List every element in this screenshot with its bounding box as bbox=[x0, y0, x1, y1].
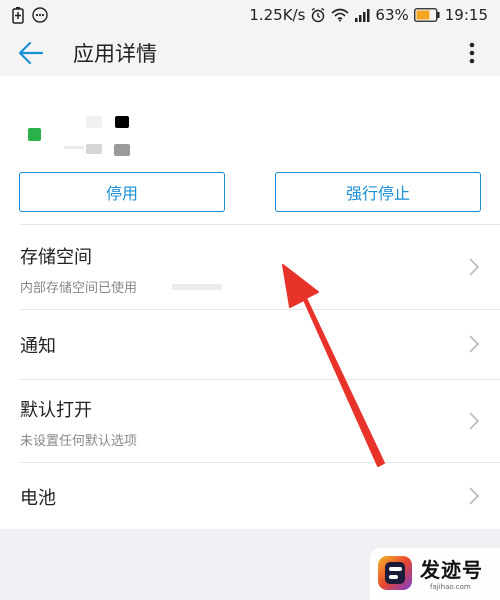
status-bar: 1.25K/s 63% 19:15 bbox=[0, 0, 500, 30]
battery-title: 电池 bbox=[20, 488, 56, 509]
app-details-panel: 停用 强行停止 存储空间 内部存储空间已使用 通知 默认打开 未设置任何默认选项… bbox=[0, 76, 500, 529]
network-speed: 1.25K/s bbox=[249, 6, 306, 24]
open-by-default-title: 默认打开 bbox=[20, 400, 92, 421]
chevron-right-icon bbox=[469, 412, 480, 430]
storage-subtitle: 内部存储空间已使用 bbox=[20, 281, 138, 296]
battery-saver-icon bbox=[12, 6, 24, 24]
storage-title: 存储空间 bbox=[20, 247, 92, 268]
open-by-default-subtitle: 未设置任何默认选项 bbox=[20, 434, 138, 449]
clock-time: 19:15 bbox=[444, 6, 488, 24]
chevron-right-icon bbox=[469, 258, 480, 276]
list-item-open-by-default[interactable]: 默认打开 未设置任何默认选项 bbox=[0, 379, 500, 462]
app-name-obscured bbox=[86, 116, 102, 128]
app-icon bbox=[28, 128, 41, 141]
app-info-header bbox=[0, 76, 500, 168]
brand-logo bbox=[378, 556, 412, 590]
chevron-right-icon bbox=[469, 487, 480, 505]
brand-url: fajihao.com bbox=[430, 583, 471, 591]
app-version-obscured-2 bbox=[86, 144, 102, 154]
brand-name: 发迹号 bbox=[420, 558, 483, 582]
signal-icon bbox=[354, 8, 370, 22]
watermark: 发迹号 fajihao.com bbox=[370, 548, 500, 600]
alarm-icon bbox=[310, 7, 326, 23]
chevron-right-icon bbox=[469, 335, 480, 353]
app-version-obscured-3 bbox=[114, 144, 130, 156]
battery-percent: 63% bbox=[375, 6, 409, 24]
battery-icon bbox=[413, 8, 440, 22]
list-item-storage[interactable]: 存储空间 内部存储空间已使用 bbox=[0, 224, 500, 309]
disable-button[interactable]: 停用 bbox=[19, 172, 225, 212]
list-item-battery[interactable]: 电池 bbox=[0, 462, 500, 529]
app-bar: 应用详情 bbox=[0, 30, 500, 76]
page-title: 应用详情 bbox=[73, 42, 157, 66]
force-stop-button[interactable]: 强行停止 bbox=[275, 172, 481, 212]
more-notifications-icon bbox=[32, 7, 48, 23]
list-item-notifications[interactable]: 通知 bbox=[0, 309, 500, 379]
storage-usage-obscured bbox=[172, 284, 222, 290]
more-options-icon[interactable] bbox=[462, 38, 482, 68]
back-arrow-icon[interactable] bbox=[16, 38, 46, 68]
notifications-title: 通知 bbox=[20, 336, 56, 357]
app-version-obscured bbox=[64, 146, 84, 149]
wifi-icon bbox=[331, 8, 349, 22]
app-name-obscured-mark bbox=[115, 116, 129, 128]
